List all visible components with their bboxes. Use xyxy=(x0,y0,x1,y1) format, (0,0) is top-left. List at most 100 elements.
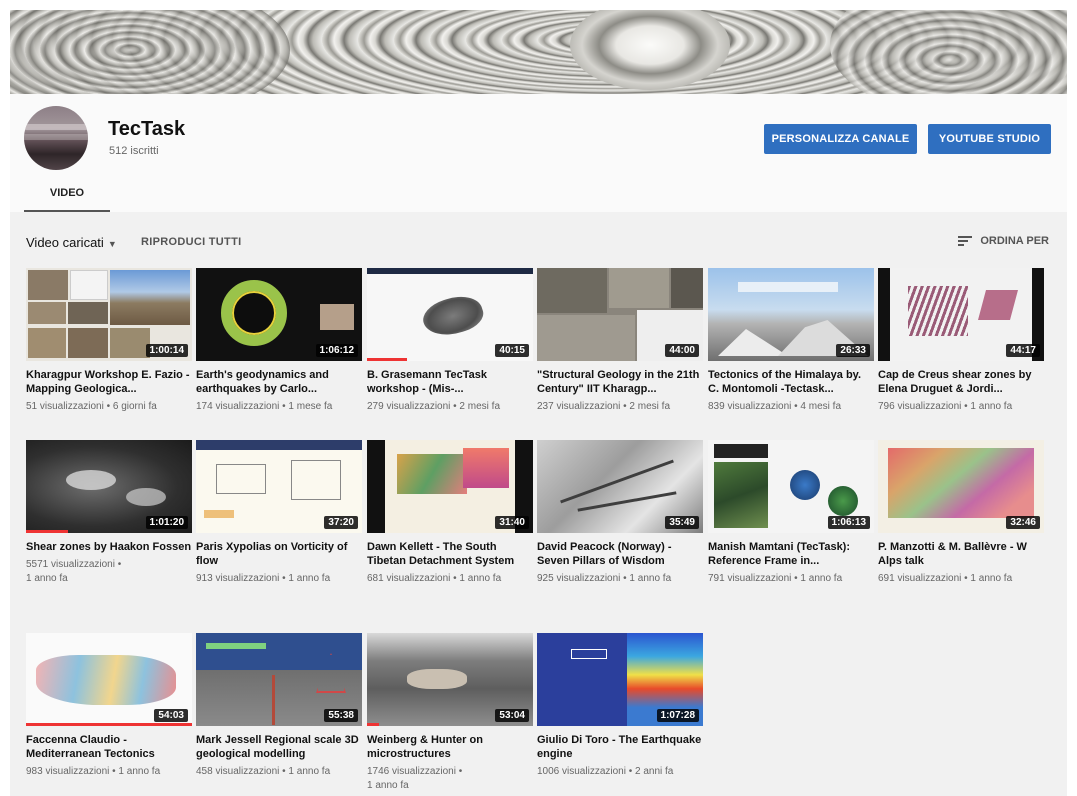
video-meta: 796 visualizzazioni • 1 anno fa xyxy=(878,401,1013,412)
video-thumbnail[interactable]: 35:49 xyxy=(537,440,703,533)
watch-progress xyxy=(26,723,192,726)
watch-progress xyxy=(367,723,379,726)
youtube-studio-button[interactable]: YOUTUBE STUDIO xyxy=(928,124,1051,154)
video-card[interactable]: 44:17 Cap de Creus shear zones by Elena … xyxy=(878,268,1044,414)
video-meta: 279 visualizzazioni • 2 mesi fa xyxy=(367,401,501,412)
video-card[interactable]: 53:04 Weinberg & Hunter on microstructur… xyxy=(367,633,533,793)
video-duration: 37:20 xyxy=(324,516,358,529)
video-meta: 458 visualizzazioni • 1 anno fa xyxy=(196,766,331,777)
video-title[interactable]: Faccenna Claudio - Mediterranean Tectoni… xyxy=(26,733,192,761)
video-meta: 839 visualizzazioni • 4 mesi fa xyxy=(708,401,842,412)
video-title[interactable]: B. Grasemann TecTask workshop - (Mis-... xyxy=(367,368,533,396)
video-duration: 55:38 xyxy=(324,709,358,722)
video-meta-date: 1 anno fa xyxy=(367,780,409,791)
uploads-toolbar: Video caricati ▼ RIPRODUCI TUTTI ORDINA P… xyxy=(10,212,1067,266)
video-title[interactable]: Cap de Creus shear zones by Elena Drugue… xyxy=(878,368,1044,396)
video-duration: 53:04 xyxy=(495,709,529,722)
video-thumbnail[interactable]: 55:38 xyxy=(196,633,362,726)
video-thumbnail[interactable]: 1:00:14 xyxy=(26,268,192,361)
video-meta: 681 visualizzazioni • 1 anno fa xyxy=(367,573,502,584)
video-title[interactable]: Earth's geodynamics and earthquakes by C… xyxy=(196,368,362,396)
video-title[interactable]: P. Manzotti & M. Ballèvre - W Alps talk xyxy=(878,540,1044,568)
channel-banner xyxy=(10,10,1067,94)
video-thumbnail[interactable]: 26:33 xyxy=(708,268,874,361)
video-title[interactable]: Mark Jessell Regional scale 3D geologica… xyxy=(196,733,362,761)
video-title[interactable]: Manish Mamtani (TecTask): Reference Fram… xyxy=(708,540,874,568)
video-thumbnail[interactable]: 1:06:12 xyxy=(196,268,362,361)
video-card[interactable]: 37:20 Paris Xypolias on Vorticity of flo… xyxy=(196,440,362,586)
video-duration: 1:06:12 xyxy=(315,344,358,357)
sort-icon xyxy=(958,236,973,246)
video-card[interactable]: 31:40 Dawn Kellett - The South Tibetan D… xyxy=(367,440,533,586)
channel-name: TecTask xyxy=(108,118,186,140)
video-title[interactable]: Giulio Di Toro - The Earthquake engine xyxy=(537,733,703,761)
video-duration: 1:06:13 xyxy=(827,516,870,529)
video-meta: 5571 visualizzazioni • xyxy=(26,559,122,570)
video-title[interactable]: Weinberg & Hunter on microstructures xyxy=(367,733,533,761)
watch-progress xyxy=(26,530,68,533)
video-title[interactable]: Shear zones by Haakon Fossen xyxy=(26,540,192,554)
channel-avatar[interactable] xyxy=(24,106,88,170)
video-thumbnail[interactable]: 44:17 xyxy=(878,268,1044,361)
customize-channel-button[interactable]: PERSONALIZZA CANALE xyxy=(764,124,917,154)
video-meta: 913 visualizzazioni • 1 anno fa xyxy=(196,573,331,584)
video-card[interactable]: 40:15 B. Grasemann TecTask workshop - (M… xyxy=(367,268,533,414)
video-duration: 1:07:28 xyxy=(656,709,699,722)
video-thumbnail[interactable]: 54:03 xyxy=(26,633,192,726)
video-duration: 44:00 xyxy=(665,344,699,357)
video-title[interactable]: David Peacock (Norway) - Seven Pillars o… xyxy=(537,540,703,568)
video-duration: 44:17 xyxy=(1006,344,1040,357)
video-duration: 35:49 xyxy=(665,516,699,529)
video-card[interactable]: 1:07:28 Giulio Di Toro - The Earthquake … xyxy=(537,633,703,779)
video-title[interactable]: Paris Xypolias on Vorticity of flow xyxy=(196,540,362,568)
video-card[interactable]: 1:00:14 Kharagpur Workshop E. Fazio - Ma… xyxy=(26,268,192,414)
video-meta: 691 visualizzazioni • 1 anno fa xyxy=(878,573,1013,584)
video-thumbnail[interactable]: 1:06:13 xyxy=(708,440,874,533)
video-thumbnail[interactable]: 1:07:28 xyxy=(537,633,703,726)
tab-video[interactable]: VIDEO xyxy=(24,176,110,212)
video-duration: 31:40 xyxy=(495,516,529,529)
video-duration: 1:01:20 xyxy=(145,516,188,529)
video-title[interactable]: Tectonics of the Himalaya by. C. Montomo… xyxy=(708,368,874,396)
video-meta: 1006 visualizzazioni • 2 anni fa xyxy=(537,766,674,777)
sort-button[interactable]: ORDINA PER xyxy=(958,235,1049,247)
video-card[interactable]: 1:06:12 Earth's geodynamics and earthqua… xyxy=(196,268,362,414)
uploads-dropdown-label: Video caricati xyxy=(26,235,104,250)
play-all-button[interactable]: RIPRODUCI TUTTI xyxy=(141,236,241,248)
video-card[interactable]: 32:46 P. Manzotti & M. Ballèvre - W Alps… xyxy=(878,440,1044,586)
video-meta: 983 visualizzazioni • 1 anno fa xyxy=(26,766,161,777)
video-card[interactable]: 1:06:13 Manish Mamtani (TecTask): Refere… xyxy=(708,440,874,586)
video-meta-date: 1 anno fa xyxy=(26,573,68,584)
caret-down-icon: ▼ xyxy=(107,239,117,249)
video-meta: 51 visualizzazioni • 6 giorni fa xyxy=(26,401,157,412)
watch-progress xyxy=(367,358,407,361)
uploads-dropdown[interactable]: Video caricati ▼ xyxy=(26,235,117,250)
video-card[interactable]: 44:00 "Structural Geology in the 21th Ce… xyxy=(537,268,703,414)
video-title[interactable]: Dawn Kellett - The South Tibetan Detachm… xyxy=(367,540,533,568)
video-card[interactable]: 54:03 Faccenna Claudio - Mediterranean T… xyxy=(26,633,192,779)
video-card[interactable]: 35:49 David Peacock (Norway) - Seven Pil… xyxy=(537,440,703,586)
video-duration: 54:03 xyxy=(154,709,188,722)
video-thumbnail[interactable]: 44:00 xyxy=(537,268,703,361)
video-card[interactable]: 55:38 Mark Jessell Regional scale 3D geo… xyxy=(196,633,362,779)
video-duration: 26:33 xyxy=(836,344,870,357)
video-duration: 40:15 xyxy=(495,344,529,357)
video-meta: 925 visualizzazioni • 1 anno fa xyxy=(537,573,672,584)
video-thumbnail[interactable]: 1:01:20 xyxy=(26,440,192,533)
video-card[interactable]: 26:33 Tectonics of the Himalaya by. C. M… xyxy=(708,268,874,414)
video-thumbnail[interactable]: 31:40 xyxy=(367,440,533,533)
video-thumbnail[interactable]: 32:46 xyxy=(878,440,1044,533)
video-meta: 237 visualizzazioni • 2 mesi fa xyxy=(537,401,671,412)
video-meta: 1746 visualizzazioni • xyxy=(367,766,463,777)
video-meta: 174 visualizzazioni • 1 mese fa xyxy=(196,401,333,412)
video-duration: 1:00:14 xyxy=(145,344,188,357)
video-card[interactable]: 1:01:20 Shear zones by Haakon Fossen 557… xyxy=(26,440,192,586)
video-thumbnail[interactable]: 53:04 xyxy=(367,633,533,726)
video-meta: 791 visualizzazioni • 1 anno fa xyxy=(708,573,843,584)
video-thumbnail[interactable]: 37:20 xyxy=(196,440,362,533)
subscriber-count: 512 iscritti xyxy=(109,145,159,157)
video-thumbnail[interactable]: 40:15 xyxy=(367,268,533,361)
channel-header: TecTask 512 iscritti PERSONALIZZA CANALE… xyxy=(10,94,1067,212)
video-title[interactable]: Kharagpur Workshop E. Fazio - Mapping Ge… xyxy=(26,368,192,396)
video-title[interactable]: "Structural Geology in the 21th Century"… xyxy=(537,368,703,396)
